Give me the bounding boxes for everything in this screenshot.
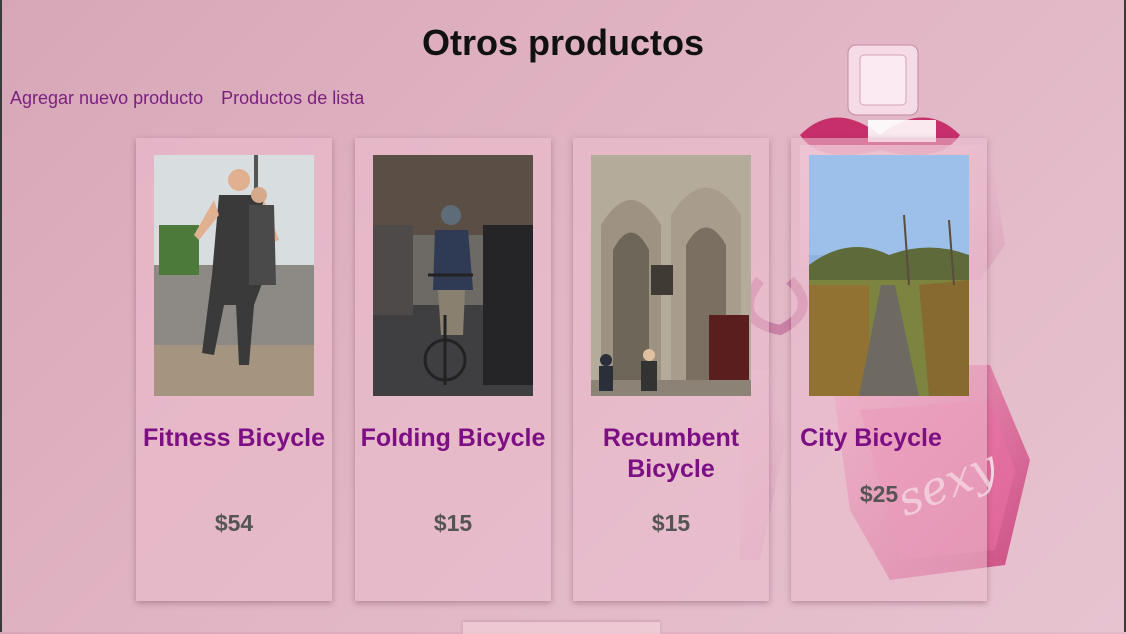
product-price: $25 — [859, 481, 899, 507]
add-product-link[interactable]: Agregar nuevo producto — [10, 88, 203, 109]
page-title: Otros productos — [421, 22, 704, 63]
list-products-link[interactable]: Productos de lista — [221, 88, 364, 109]
product-price: $15 — [433, 510, 473, 536]
product-card[interactable]: Folding Bicycle $15 — [355, 138, 551, 601]
product-image-cathedral — [591, 155, 751, 396]
product-title[interactable]: Folding Bicycle — [355, 423, 551, 454]
product-image-runners — [154, 155, 314, 396]
product-image-cyclist — [373, 155, 533, 396]
product-price: $15 — [651, 510, 691, 536]
product-card[interactable]: Recumbent Bicycle $15 — [573, 138, 769, 601]
product-title[interactable]: Recumbent Bicycle — [573, 423, 769, 485]
product-image-country-path — [809, 155, 969, 396]
footer-box — [463, 622, 660, 634]
product-title[interactable]: City Bicycle — [751, 423, 991, 454]
product-card[interactable]: City Bicycle $25 — [791, 138, 987, 601]
product-price: $54 — [214, 510, 254, 536]
product-title[interactable]: Fitness Bicycle — [136, 423, 332, 454]
product-card[interactable]: Fitness Bicycle $54 — [136, 138, 332, 601]
window-left-edge — [0, 0, 2, 632]
top-nav: Agregar nuevo producto Productos de list… — [10, 88, 364, 109]
